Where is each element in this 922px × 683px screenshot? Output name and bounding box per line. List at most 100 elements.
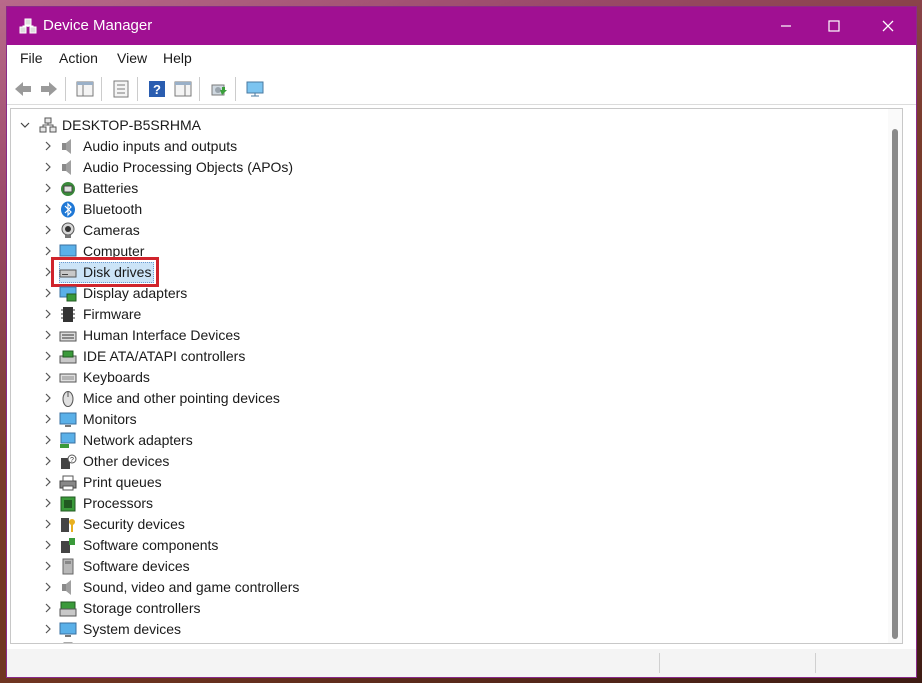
menu-help[interactable]: Help — [163, 50, 192, 66]
menu-bar: File Action View Help — [7, 45, 916, 71]
maximize-button[interactable] — [811, 7, 857, 45]
tree-item-system-devices[interactable]: System devices — [11, 619, 889, 640]
chevron-right-icon[interactable] — [42, 581, 54, 593]
tree-item-bluetooth[interactable]: Bluetooth — [11, 199, 889, 220]
chevron-right-icon[interactable] — [42, 413, 54, 425]
help-icon[interactable]: ? — [147, 79, 167, 99]
chevron-right-icon[interactable] — [42, 203, 54, 215]
printer-icon — [59, 475, 77, 491]
menu-view[interactable]: View — [117, 50, 147, 66]
computer-root-icon — [39, 117, 57, 133]
tree-item-label: Bluetooth — [83, 201, 143, 217]
minimize-button[interactable] — [763, 7, 809, 45]
vertical-scrollbar[interactable] — [888, 109, 902, 643]
tree-item-human-interface-devices[interactable]: Human Interface Devices — [11, 325, 889, 346]
tree-item-label: System devices — [83, 621, 182, 637]
title-bar[interactable]: Device Manager — [7, 7, 916, 45]
menu-file[interactable]: File — [20, 50, 43, 66]
tree-item-label: Human Interface Devices — [83, 327, 241, 343]
chevron-right-icon[interactable] — [42, 329, 54, 341]
chevron-right-icon[interactable] — [42, 308, 54, 320]
tree-item-ide-ata-atapi-controllers[interactable]: IDE ATA/ATAPI controllers — [11, 346, 889, 367]
chevron-right-icon[interactable] — [42, 455, 54, 467]
chevron-right-icon[interactable] — [42, 224, 54, 236]
tree-item-label: Audio Processing Objects (APOs) — [83, 159, 294, 175]
chevron-right-icon[interactable] — [42, 287, 54, 299]
system-device-icon — [59, 622, 77, 637]
chevron-right-icon[interactable] — [42, 518, 54, 530]
chevron-right-icon[interactable] — [42, 245, 54, 257]
software-device-icon — [62, 558, 74, 575]
chevron-right-icon[interactable] — [42, 623, 54, 635]
tree-item-storage-controllers[interactable]: Storage controllers — [11, 598, 889, 619]
tree-item-mice-and-other-pointing-devices[interactable]: Mice and other pointing devices — [11, 388, 889, 409]
tree-item-batteries[interactable]: Batteries — [11, 178, 889, 199]
tree-item-keyboards[interactable]: Keyboards — [11, 367, 889, 388]
status-bar — [7, 649, 916, 677]
chevron-right-icon[interactable] — [42, 350, 54, 362]
chevron-right-icon[interactable] — [42, 539, 54, 551]
tree-item-label: Storage controllers — [83, 600, 201, 616]
tree-item-audio-inputs-and-outputs[interactable]: Audio inputs and outputs — [11, 136, 889, 157]
chevron-right-icon[interactable] — [42, 161, 54, 173]
tree-root[interactable]: DESKTOP-B5SRHMA — [11, 115, 889, 136]
tree-item-label: Software devices — [83, 558, 190, 574]
back-arrow-icon[interactable] — [13, 79, 33, 99]
firmware-icon — [61, 307, 75, 322]
show-hide-console-tree-icon[interactable] — [75, 79, 95, 99]
tree-item-display-adapters[interactable]: Display adapters — [11, 283, 889, 304]
chevron-right-icon[interactable] — [42, 434, 54, 446]
toolbar-separator — [101, 77, 102, 101]
tree-item-security-devices[interactable]: Security devices — [11, 514, 889, 535]
tree-item-label: Monitors — [83, 411, 137, 427]
close-button[interactable] — [865, 7, 911, 45]
tree-item-network-adapters[interactable]: Network adapters — [11, 430, 889, 451]
svg-text:?: ? — [153, 82, 161, 97]
tree-item-audio-processing-objects-apos[interactable]: Audio Processing Objects (APOs) — [11, 157, 889, 178]
tree-item-label: Processors — [83, 495, 154, 511]
properties-icon[interactable] — [111, 79, 131, 99]
chevron-right-icon[interactable] — [42, 371, 54, 383]
bluetooth-icon — [61, 201, 75, 218]
computer-name: DESKTOP-B5SRHMA — [62, 117, 201, 133]
speaker-icon — [62, 160, 71, 175]
tree-item-label: IDE ATA/ATAPI controllers — [83, 348, 246, 364]
tree-item-print-queues[interactable]: Print queues — [11, 472, 889, 493]
action-pane-icon[interactable] — [173, 79, 193, 99]
scan-hardware-icon[interactable] — [209, 79, 229, 99]
tree-item-label: Mice and other pointing devices — [83, 390, 280, 406]
tree-item-software-components[interactable]: Software components — [11, 535, 889, 556]
tree-item-sound-video-and-game-controllers[interactable]: Sound, video and game controllers — [11, 577, 889, 598]
tree-item-software-devices[interactable]: Software devices — [11, 556, 889, 577]
tree-item-universal-serial-bus-controllers[interactable]: Universal Serial Bus controllers — [11, 640, 889, 643]
tree-item-cameras[interactable]: Cameras — [11, 220, 889, 241]
processor-icon — [60, 496, 76, 512]
status-separator — [815, 653, 816, 673]
tree-item-label: Network adapters — [83, 432, 193, 448]
chevron-right-icon[interactable] — [42, 140, 54, 152]
toolbar-separator — [65, 77, 66, 101]
chevron-right-icon[interactable] — [42, 392, 54, 404]
chevron-right-icon[interactable] — [42, 182, 54, 194]
window-title: Device Manager — [43, 17, 153, 34]
chevron-right-icon[interactable] — [42, 560, 54, 572]
chevron-right-icon[interactable] — [42, 476, 54, 488]
forward-arrow-icon[interactable] — [39, 79, 59, 99]
monitor-icon[interactable] — [245, 79, 265, 99]
menu-action[interactable]: Action — [59, 50, 98, 66]
device-tree[interactable]: DESKTOP-B5SRHMA Audio inputs and outputs… — [10, 108, 903, 644]
tree-item-monitors[interactable]: Monitors — [11, 409, 889, 430]
storage-controller-icon — [59, 601, 77, 617]
chevron-right-icon[interactable] — [42, 602, 54, 614]
tree-item-label: Firmware — [83, 306, 142, 322]
tree-item-firmware[interactable]: Firmware — [11, 304, 889, 325]
tree-item-disk-drives[interactable]: Disk drives — [11, 257, 889, 287]
tree-item-processors[interactable]: Processors — [11, 493, 889, 514]
network-adapter-icon — [60, 432, 76, 448]
tree-item-label: Keyboards — [83, 369, 150, 385]
usb-icon — [63, 642, 73, 643]
chevron-down-icon[interactable] — [19, 119, 31, 131]
scroll-thumb[interactable] — [892, 129, 898, 639]
chevron-right-icon[interactable] — [42, 497, 54, 509]
tree-item-other-devices[interactable]: ? Other devices — [11, 451, 889, 472]
